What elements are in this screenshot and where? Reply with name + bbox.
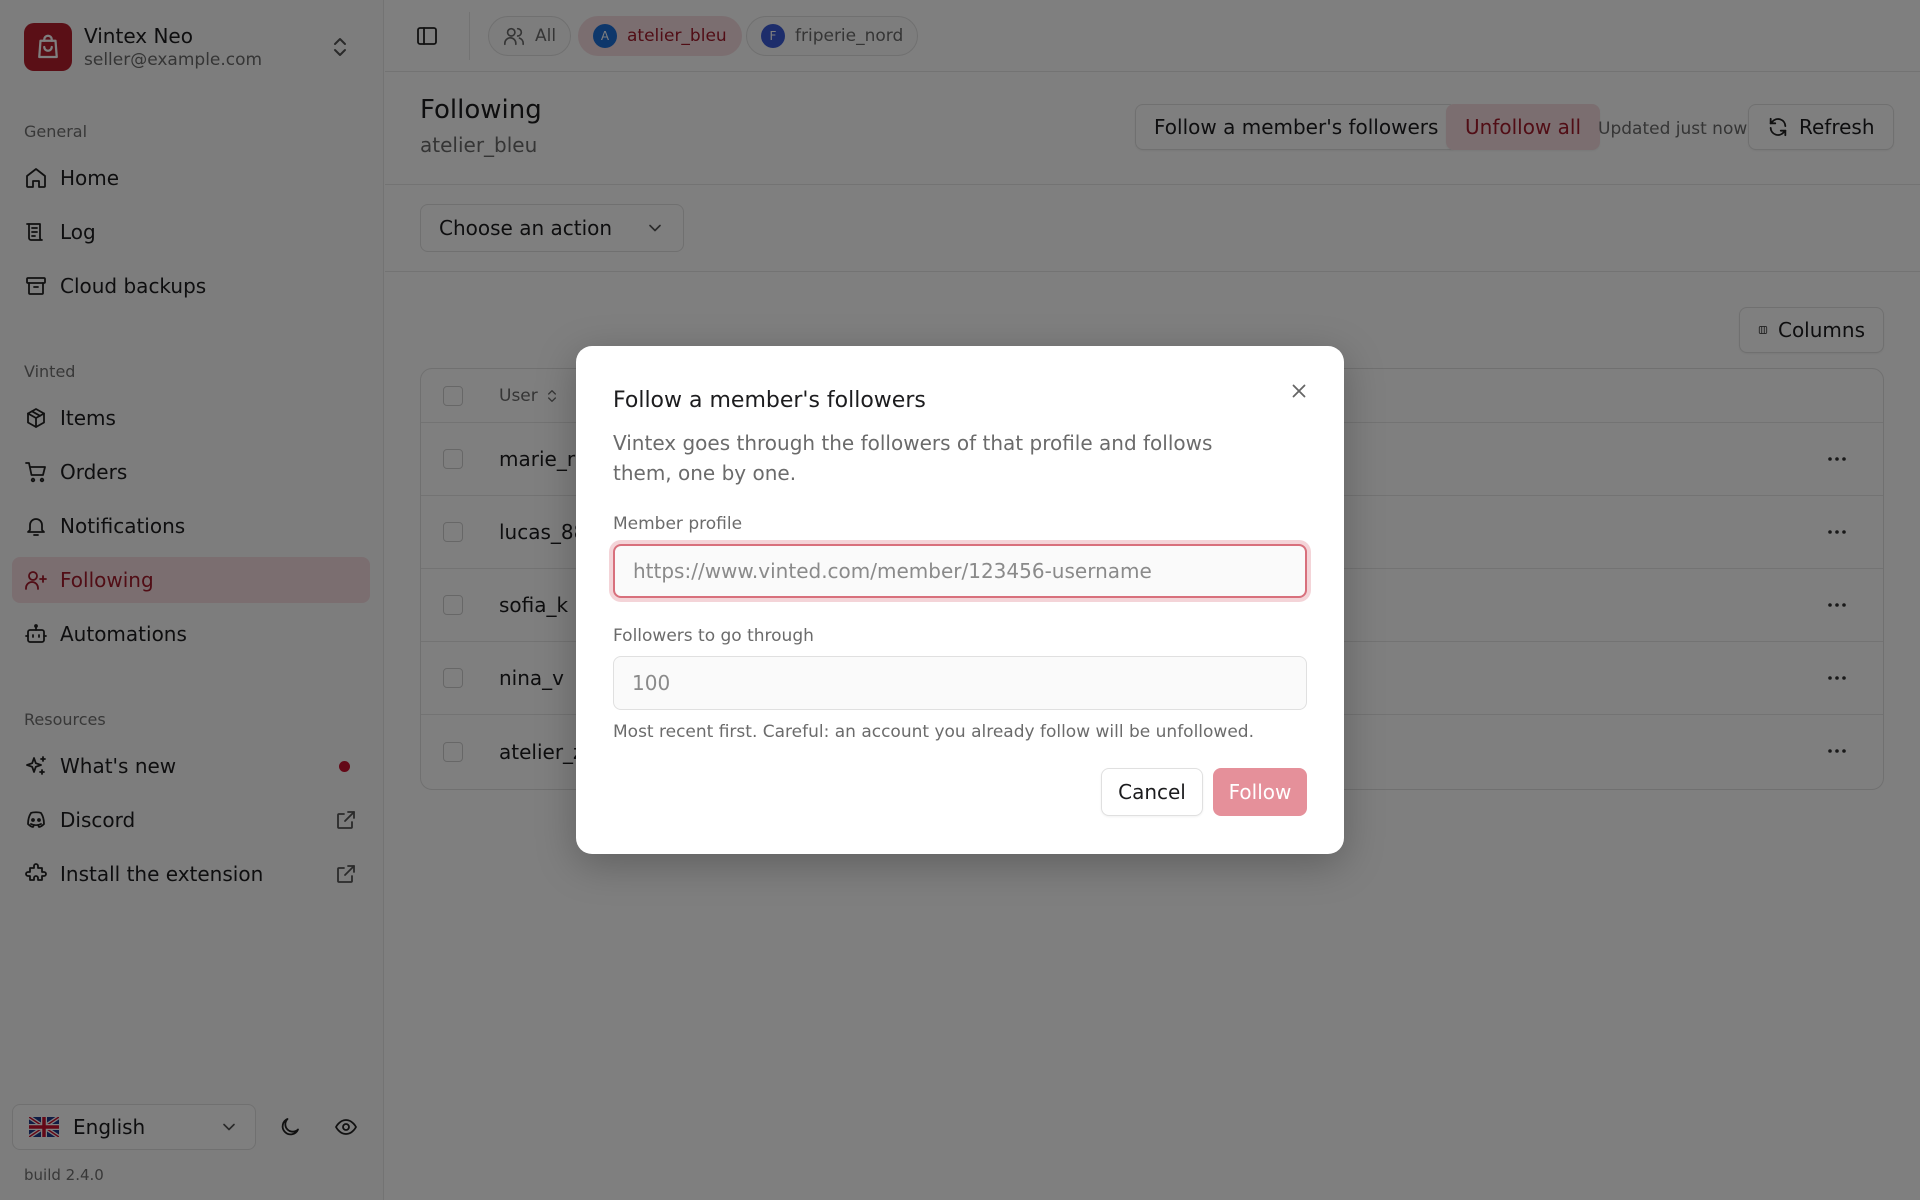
member-profile-input[interactable] — [613, 544, 1307, 598]
dialog-title: Follow a member's followers — [613, 388, 926, 413]
member-profile-label: Member profile — [613, 514, 743, 534]
cancel-button[interactable]: Cancel — [1101, 768, 1203, 816]
close-icon — [1292, 384, 1306, 398]
follow-button[interactable]: Follow — [1213, 768, 1307, 816]
close-button[interactable] — [1284, 376, 1314, 406]
followers-hint: Most recent first. Careful: an account y… — [613, 722, 1254, 742]
follow-followers-dialog: Follow a member's followers Vintex goes … — [576, 346, 1344, 854]
followers-count-label: Followers to go through — [613, 626, 814, 646]
followers-count-input[interactable] — [613, 656, 1307, 710]
dialog-description: Vintex goes through the followers of tha… — [613, 431, 1213, 485]
